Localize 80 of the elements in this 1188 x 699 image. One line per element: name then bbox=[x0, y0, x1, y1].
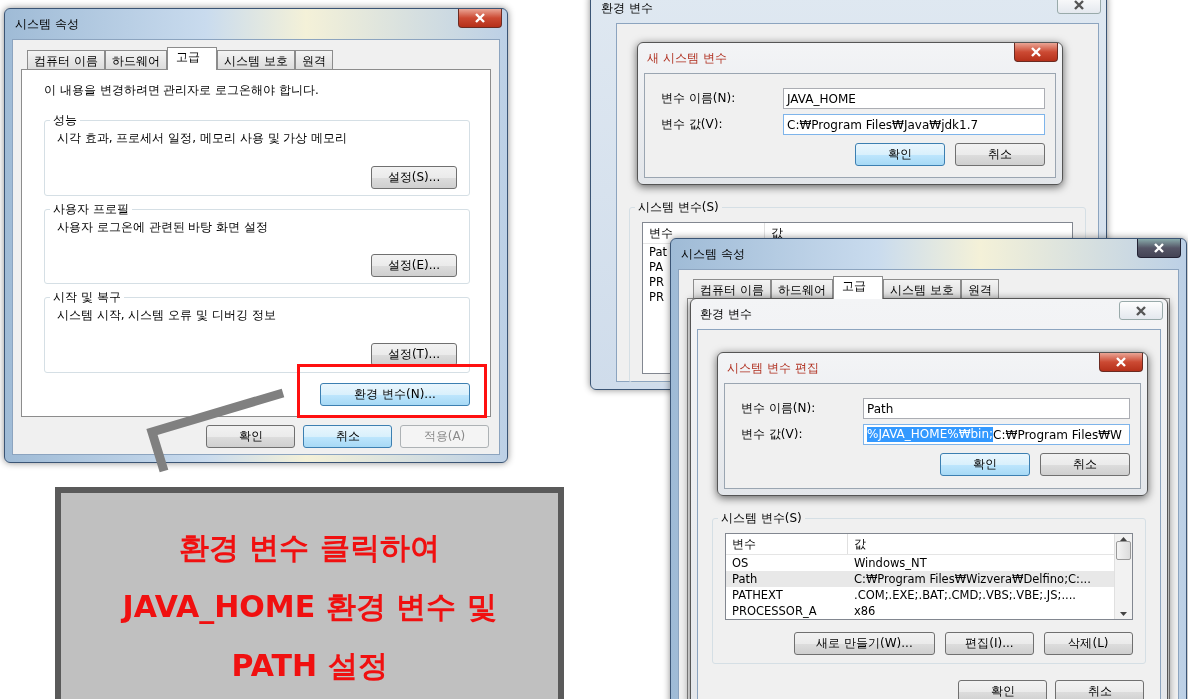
table-row[interactable]: OS Windows_NT bbox=[726, 555, 1114, 571]
dialog-button[interactable]: 취소 bbox=[1055, 680, 1144, 699]
tab[interactable]: 컴퓨터 이름 bbox=[27, 50, 105, 69]
table-cell-text: PR bbox=[648, 274, 664, 289]
group-title: 시스템 변수(S) bbox=[635, 199, 722, 216]
input-field[interactable]: JAVA_HOME bbox=[783, 88, 1045, 109]
environment-variables-button[interactable]: 환경 변수(N)... bbox=[320, 383, 470, 406]
settings-button[interactable]: 설정(T)... bbox=[371, 343, 457, 366]
table-cell-text: PATHEXT bbox=[731, 588, 784, 602]
tab[interactable]: 하드웨어 bbox=[104, 50, 167, 69]
table-cell-text: OS bbox=[731, 556, 750, 570]
scrollbar[interactable] bbox=[1114, 534, 1132, 619]
input-field[interactable]: Path bbox=[863, 398, 1130, 419]
scroll-down-icon[interactable] bbox=[1120, 612, 1127, 616]
list-button[interactable]: 새로 만들기(W)... bbox=[794, 632, 935, 655]
table-cell-text: Windows_NT bbox=[853, 556, 927, 570]
close-icon bbox=[1073, 0, 1085, 10]
close-icon bbox=[1030, 47, 1042, 57]
settings-button[interactable]: 설정(S)... bbox=[371, 165, 457, 189]
tab[interactable]: 고급 bbox=[832, 276, 883, 299]
group-description: 시각 효과, 프로세서 일정, 메모리 사용 및 가상 메모리 bbox=[57, 130, 349, 147]
settings-button[interactable]: 설정(E)... bbox=[371, 254, 457, 278]
field-label: 변수 이름(N): bbox=[661, 90, 737, 107]
dialog-button[interactable]: 취소 bbox=[1040, 453, 1130, 476]
tab[interactable]: 시스템 보호 bbox=[216, 50, 295, 69]
table-row[interactable]: PATHEXT .COM;.EXE;.BAT;.CMD;.VBS;.VBE;.JS;.... bbox=[726, 587, 1114, 603]
close-button[interactable] bbox=[1137, 239, 1181, 258]
close-icon bbox=[1135, 305, 1147, 316]
tab[interactable]: 하드웨어 bbox=[770, 279, 833, 298]
table-cell-text: Path bbox=[731, 572, 759, 586]
table-cell-text: x86 bbox=[853, 604, 876, 618]
column-header: 값 bbox=[853, 535, 866, 553]
table-cell-text: PR bbox=[648, 289, 664, 304]
field-label: 변수 값(V): bbox=[661, 116, 724, 133]
dialog-title: 시스템 변수 편집 bbox=[727, 359, 819, 377]
close-button[interactable] bbox=[1119, 301, 1163, 320]
window-title: 시스템 속성 bbox=[681, 245, 745, 263]
tab[interactable]: 컴퓨터 이름 bbox=[693, 279, 771, 298]
dialog-button[interactable]: 취소 bbox=[955, 143, 1045, 166]
scroll-thumb[interactable] bbox=[1116, 541, 1131, 560]
window-title: 시스템 속성 bbox=[15, 15, 79, 33]
close-button[interactable] bbox=[1057, 0, 1101, 14]
close-icon bbox=[474, 13, 486, 23]
field-label: 변수 값(V): bbox=[741, 426, 804, 443]
close-icon bbox=[1115, 357, 1127, 367]
close-icon bbox=[1153, 243, 1165, 253]
tab[interactable]: 원격 bbox=[960, 279, 999, 298]
list-button[interactable]: 편집(I)... bbox=[945, 632, 1034, 655]
tab[interactable]: 원격 bbox=[294, 50, 333, 69]
close-button[interactable] bbox=[1099, 353, 1143, 372]
group-description: 사용자 로그온에 관련된 바탕 화면 설정 bbox=[57, 218, 270, 236]
group-description: 시스템 시작, 시스템 오류 및 디버깅 정보 bbox=[57, 307, 277, 325]
field-label: 변수 이름(N): bbox=[741, 400, 817, 417]
table-cell-text: Pat bbox=[648, 244, 667, 259]
window-title: 환경 변수 bbox=[601, 0, 653, 17]
dialog-button[interactable]: 확인 bbox=[855, 143, 945, 166]
table-cell-text: C:₩Program Files₩Wizvera₩Delfino;C:... bbox=[853, 572, 1091, 586]
dialog-button[interactable]: 취소 bbox=[303, 425, 392, 448]
table-row[interactable]: PROCESSOR_A x86 bbox=[726, 603, 1114, 619]
dialog-title: 새 시스템 변수 bbox=[647, 49, 727, 67]
callout-text: 환경 변수 클릭하여 JAVA_HOME 환경 변수 및 PATH 설정 bbox=[122, 529, 497, 685]
close-button[interactable] bbox=[1014, 43, 1058, 62]
dialog-button[interactable]: 확인 bbox=[940, 453, 1030, 476]
group-title: 시스템 변수(S) bbox=[718, 510, 805, 527]
close-button[interactable] bbox=[458, 9, 502, 28]
table-cell-text: .COM;.EXE;.BAT;.CMD;.VBS;.VBE;.JS;.... bbox=[853, 588, 1076, 602]
notice-text: 이 내용을 변경하려면 관리자로 로그온해야 합니다. bbox=[44, 82, 320, 99]
dialog-title: 환경 변수 bbox=[700, 305, 752, 323]
dialog-button[interactable]: 확인 bbox=[958, 680, 1047, 699]
column-header: 값 bbox=[770, 224, 783, 242]
dialog-button[interactable]: 확인 bbox=[206, 425, 295, 448]
table-cell-text: PA bbox=[648, 259, 664, 274]
list-button[interactable]: 삭제(L) bbox=[1044, 632, 1133, 655]
tab[interactable]: 시스템 보호 bbox=[882, 279, 961, 298]
column-header: 변수 bbox=[726, 534, 848, 554]
group-title: 성능 bbox=[50, 112, 80, 129]
table-row[interactable]: Path C:₩Program Files₩Wizvera₩Delfino;C:... bbox=[726, 571, 1114, 587]
tab[interactable]: 고급 bbox=[166, 47, 217, 70]
input-field[interactable]: C:₩Program Files₩Java₩jdk1.7 bbox=[783, 114, 1045, 135]
table-cell-text: PROCESSOR_A bbox=[731, 604, 818, 618]
